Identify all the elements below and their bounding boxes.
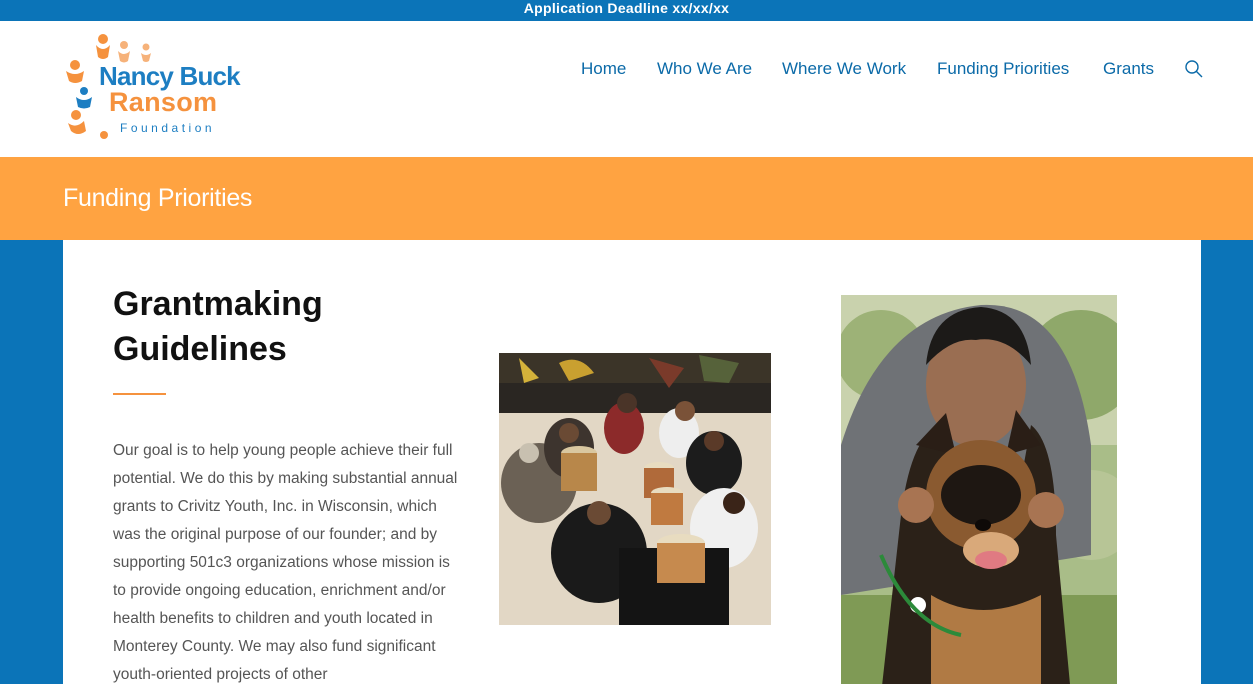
search-icon[interactable] bbox=[1184, 59, 1204, 79]
nav-item-grants[interactable]: Grants bbox=[1103, 59, 1154, 79]
body-text: Our goal is to help young people achieve… bbox=[113, 442, 458, 683]
logo-name-line2: Ransom bbox=[109, 87, 218, 117]
announcement-bar: Application Deadline xx/xx/xx bbox=[0, 0, 1253, 21]
logo-name-line3: Foundation bbox=[120, 121, 216, 135]
page-title-bar: Funding Priorities bbox=[0, 157, 1253, 240]
boy-with-dog-photo bbox=[841, 295, 1117, 684]
nav-item-where-we-work[interactable]: Where We Work bbox=[782, 59, 906, 79]
section-heading: Grantmaking Guidelines bbox=[113, 285, 323, 368]
nav-item-funding-priorities[interactable]: Funding Priorities bbox=[937, 59, 1069, 79]
site-header: Nancy Buck Ransom Foundation Home Who We… bbox=[0, 21, 1253, 157]
nav-item-home[interactable]: Home bbox=[581, 59, 626, 79]
heading-divider bbox=[113, 393, 166, 395]
site-logo[interactable]: Nancy Buck Ransom Foundation bbox=[62, 31, 247, 141]
main-content: Grantmaking Guidelines Our goal is to he… bbox=[63, 240, 1201, 684]
drum-circle-photo bbox=[499, 353, 771, 625]
page-title: Funding Priorities bbox=[63, 184, 253, 212]
nav-item-who-we-are[interactable]: Who We Are bbox=[657, 59, 752, 79]
